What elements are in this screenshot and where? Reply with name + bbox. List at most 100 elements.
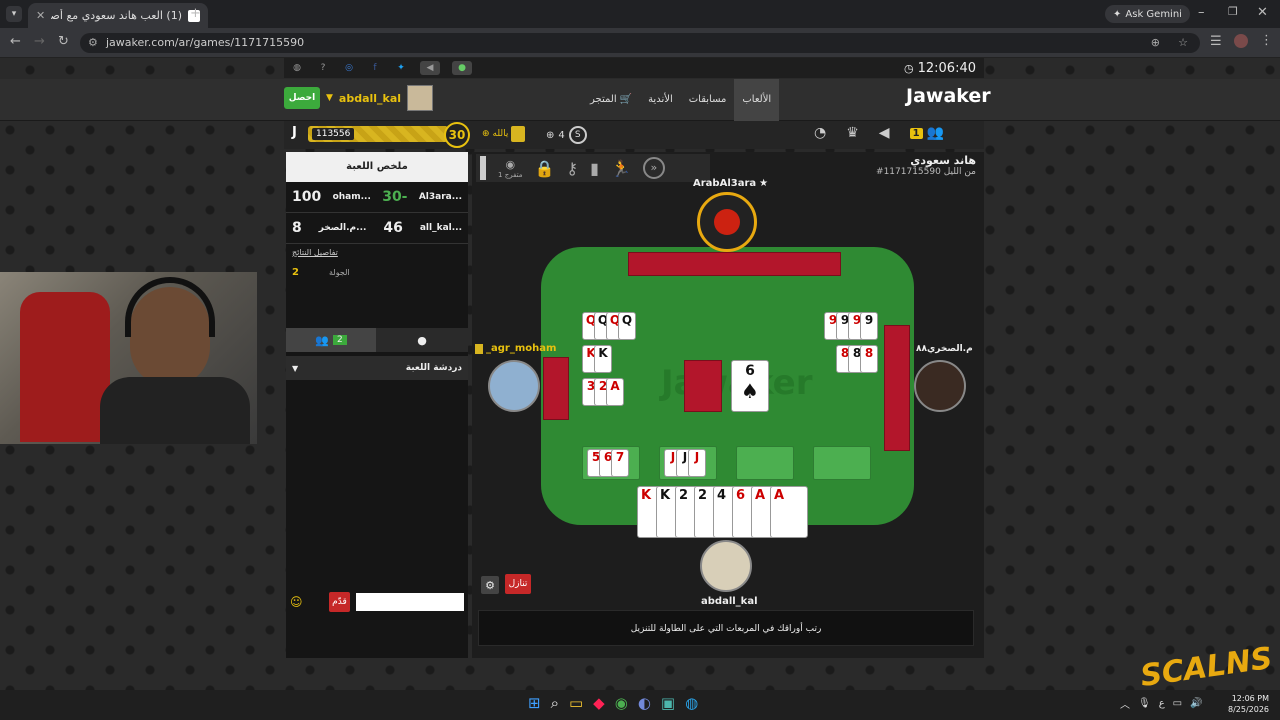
back-icon[interactable]: ← [10, 34, 21, 49]
runner-icon[interactable]: 🏃 [611, 159, 631, 178]
nav-clubs[interactable]: الأندية [640, 79, 681, 121]
chat-collapse-icon[interactable]: ▼ [292, 364, 298, 373]
instagram-icon[interactable]: ◎ [342, 61, 356, 75]
volume-icon[interactable]: 🔊 [1190, 698, 1202, 709]
language-icon[interactable]: ع [1159, 698, 1165, 709]
top-player-hand [628, 252, 841, 276]
top-player-name: ArabAl3ara [693, 178, 757, 189]
playing-card[interactable]: 9 [860, 312, 878, 340]
playing-card[interactable]: A [770, 486, 808, 538]
tray-chevron-icon[interactable]: ︿ [1120, 696, 1130, 711]
playing-card[interactable]: 7 [611, 449, 629, 477]
key-icon[interactable]: ⚷ [566, 159, 578, 178]
minimize-icon[interactable]: – [1198, 5, 1205, 20]
brave-browser-icon[interactable]: ◆ [593, 694, 605, 712]
notification-badge[interactable]: 1 [909, 127, 923, 139]
drop-slot-4[interactable] [813, 446, 871, 480]
drop-slot-1[interactable]: 567 [582, 446, 640, 480]
emoji-icon[interactable]: ☺ [290, 595, 303, 609]
search-icon[interactable]: ⌕ [551, 694, 559, 712]
meld-nines[interactable]: 9999 [824, 312, 878, 340]
nav-username[interactable]: abdall_kal [339, 92, 401, 105]
tab-chat[interactable]: ● [376, 328, 468, 352]
chrome-icon[interactable]: ◉ [615, 694, 628, 712]
card-rank: 4 [717, 488, 727, 503]
twitter-icon[interactable]: ✦ [394, 61, 408, 75]
jawaker-logo[interactable]: Jawaker [906, 85, 991, 107]
streamer-shirt [100, 377, 250, 444]
level-badge[interactable]: 30 [444, 122, 470, 148]
nav-tournaments[interactable]: مسابقات [681, 79, 735, 121]
results-details-link[interactable]: تفاصيل النتائج [286, 244, 468, 261]
reload-icon[interactable]: ↻ [58, 34, 69, 49]
nav-user-avatar[interactable] [407, 85, 434, 111]
url-field[interactable]: ⚙ jawaker.com/ar/games/1171715590 ⊕ ☆ [80, 33, 1200, 53]
rss-icon[interactable]: ◔ [814, 125, 826, 141]
discard-card[interactable]: 6 ♠ [731, 360, 769, 412]
lock-icon[interactable]: 🔒 [534, 159, 554, 178]
chat-input[interactable] [356, 593, 464, 611]
tab-search-icon[interactable]: ▾ [6, 6, 22, 22]
meld-eights[interactable]: 888 [836, 345, 878, 373]
tab-close-icon[interactable]: ✕ [36, 9, 45, 22]
playing-card[interactable]: K [594, 345, 612, 373]
maximize-icon[interactable]: ❐ [1228, 5, 1238, 18]
drop-slot-2[interactable]: JJJ [659, 446, 717, 480]
playing-card[interactable]: J [688, 449, 706, 477]
drop-slot-3[interactable] [736, 446, 794, 480]
ask-gemini-button[interactable]: ✦ Ask Gemini [1105, 5, 1190, 23]
network-icon[interactable]: ▭ [1173, 698, 1182, 709]
playing-card[interactable]: A [606, 378, 624, 406]
site-top-strip: ◍ ? ◎ f ✦ ◀ ● ◷ 12:06:40 [284, 58, 984, 78]
windows-start-icon[interactable]: ⊞ [528, 694, 541, 712]
app-icon[interactable]: ▣ [661, 694, 675, 712]
mic-icon[interactable]: 🎙 [1138, 698, 1151, 709]
meld-run-32a[interactable]: 32A [582, 378, 624, 406]
discord-icon[interactable]: ◐ [638, 694, 651, 712]
globe-icon[interactable]: ◍ [290, 61, 304, 75]
playing-card[interactable]: 8 [860, 345, 878, 373]
profile-avatar[interactable] [1234, 34, 1248, 48]
zoom-icon[interactable]: ⊕ [1151, 33, 1160, 53]
skip-icon[interactable]: » [642, 157, 665, 179]
trophy-icon[interactable]: ♛ [846, 125, 859, 141]
exit-door-icon[interactable]: ▮ [590, 159, 599, 178]
card-rank: A [610, 379, 620, 393]
paid-item[interactable]: ⊕ يالله [482, 126, 526, 142]
megaphone-icon[interactable]: ◀ [879, 125, 890, 141]
score-mid-2: 46 [383, 220, 403, 236]
facebook-icon[interactable]: f [368, 61, 382, 75]
help-icon[interactable]: ? [316, 61, 330, 75]
get-coins-button[interactable]: احصل [284, 87, 320, 109]
browser-menu-icon[interactable]: ⋮ [1260, 33, 1273, 48]
android-icon[interactable]: ● [452, 61, 472, 75]
forfeit-button[interactable]: تنازل [505, 574, 531, 594]
draw-pile[interactable] [684, 360, 722, 412]
forward-icon[interactable]: → [34, 34, 45, 49]
close-window-icon[interactable]: ✕ [1257, 5, 1268, 20]
chat-send-button[interactable]: قدّم [328, 592, 351, 612]
sound-icon[interactable]: ◀ [420, 61, 440, 75]
reading-list-icon[interactable]: ☰ [1210, 34, 1222, 49]
site-info-icon[interactable]: ⚙ [88, 33, 98, 53]
chat-send-label: قدّم [332, 597, 347, 607]
nav-games[interactable]: الألعاب [734, 79, 780, 121]
settings-gear-icon[interactable]: ⚙ [481, 576, 499, 594]
new-tab-icon[interactable]: + [190, 6, 201, 21]
nav-store[interactable]: 🛒 المتجر [582, 79, 640, 121]
friends-icon[interactable]: 👥 [927, 125, 944, 141]
player-count[interactable]: ⊕ 4 S [546, 126, 587, 144]
taskbar-clock[interactable]: 12:06 PM 8/25/2026 [1228, 693, 1269, 715]
meld-queens[interactable]: QQQQ [582, 312, 636, 340]
file-explorer-icon[interactable]: ▭ [569, 694, 583, 712]
playing-card[interactable]: Q [618, 312, 636, 340]
tab-players[interactable]: 👥 2 [286, 328, 376, 352]
bookmark-star-icon[interactable]: ☆ [1178, 33, 1188, 53]
team1-player2: Al3ara... [418, 192, 462, 202]
user-dropdown-icon[interactable]: ▼ [326, 93, 333, 103]
browser-tab[interactable]: (1) العب هاند سعودي مع أصدقائك ✕ [28, 3, 208, 28]
meld-kings[interactable]: KK [582, 345, 612, 373]
edge-icon[interactable]: ◍ [685, 694, 698, 712]
gemini-icon: ✦ [1113, 8, 1122, 20]
scroll-handle[interactable] [480, 156, 486, 180]
